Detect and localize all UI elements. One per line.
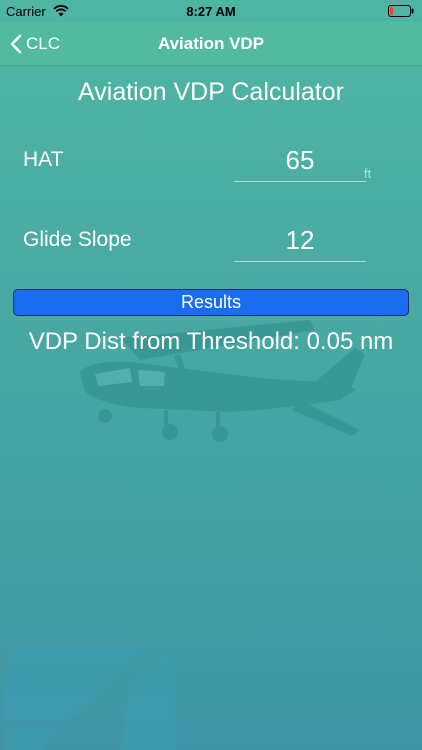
nav-title: Aviation VDP — [157, 34, 265, 53]
page-title: Aviation VDP Calculator — [78, 78, 344, 106]
navigation-bar: CLC Aviation VDP — [0, 22, 422, 66]
hat-unit-label: ft — [364, 166, 372, 181]
results-button[interactable]: Results — [13, 289, 409, 316]
battery-low-icon — [388, 5, 414, 17]
status-bar: Carrier 8:27 AM — [0, 0, 422, 22]
hat-input[interactable] — [234, 140, 366, 182]
clock-time: 8:27 AM — [186, 4, 236, 19]
glide-slope-label: Glide Slope — [23, 228, 132, 251]
vdp-result-text: VDP Dist from Threshold: 0.05 nm — [28, 328, 394, 355]
glide-slope-input[interactable] — [234, 220, 366, 262]
logo-mark-graphic — [5, 645, 175, 750]
hat-label: HAT — [23, 148, 64, 171]
